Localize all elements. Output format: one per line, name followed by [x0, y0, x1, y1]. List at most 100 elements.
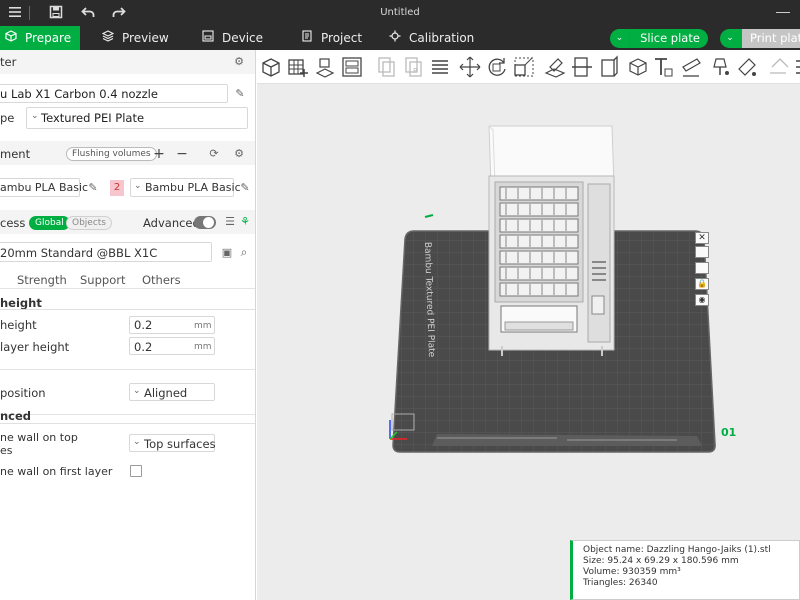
move-icon[interactable] — [458, 55, 482, 79]
close-icon[interactable]: ✕ — [695, 232, 709, 244]
tab-preview[interactable]: Preview — [100, 26, 180, 50]
model-shelves — [499, 186, 579, 297]
split-objects-icon[interactable] — [374, 55, 398, 79]
layer-height-unit: mm — [194, 321, 212, 331]
one-wall-first-layer-label: ne wall on first layer — [0, 465, 113, 478]
arrange-icon[interactable] — [340, 55, 364, 79]
plate-type-label: pe — [0, 111, 15, 125]
chevron-down-icon[interactable]: ⌄ — [610, 29, 630, 48]
filament-slot-2-value: Bambu PLA Basic — [145, 181, 241, 194]
more-tools-icon[interactable] — [792, 55, 800, 79]
tab-calibration[interactable]: Calibration — [387, 26, 477, 50]
print-plate-label: Print plate — [742, 29, 800, 48]
device-icon — [200, 26, 216, 50]
cube-icon — [3, 26, 19, 50]
assembly-view-icon[interactable] — [766, 55, 790, 79]
flushing-volumes-button[interactable]: Flushing volumes — [66, 147, 157, 161]
tab-label: Preview — [122, 31, 169, 45]
printer-value: u Lab X1 Carbon 0.4 nozzle — [0, 87, 158, 101]
layer-height-header: height — [0, 296, 42, 310]
filament-slot-2-badge: 2 — [110, 180, 124, 196]
auto-orient-icon[interactable] — [313, 55, 337, 79]
settings-sidebar: ter ⚙ u Lab X1 Carbon 0.4 nozzle ✎ pe ⌄ … — [0, 50, 256, 600]
search-icon[interactable]: ⌕ — [237, 245, 251, 259]
divider — [0, 414, 255, 415]
advanced-switch[interactable] — [194, 216, 216, 229]
seam-paint-icon[interactable] — [708, 55, 732, 79]
plate-type-value: Textured PEI Plate — [41, 111, 145, 125]
slice-plate-button[interactable]: ⌄ Slice plate — [610, 29, 708, 48]
first-layer-height-value: 0.2 — [134, 340, 153, 354]
compare-icon[interactable]: ⚘ — [238, 215, 252, 229]
tab-device[interactable]: Device — [200, 26, 280, 50]
arrange-plate-icon[interactable] — [695, 262, 709, 274]
add-plate-icon[interactable] — [286, 55, 310, 79]
divider — [0, 288, 255, 289]
layer-height-value: 0.2 — [134, 318, 153, 332]
scale-icon[interactable] — [512, 55, 536, 79]
layers-list-icon[interactable] — [428, 55, 452, 79]
object-info-panel: Object name: Dazzling Hango-Jaiks (1).st… — [570, 540, 800, 600]
edit-icon[interactable]: ✎ — [233, 87, 247, 101]
divider — [0, 423, 255, 424]
rotate-icon[interactable] — [485, 55, 509, 79]
chevron-down-icon[interactable]: ⌄ — [720, 29, 740, 48]
title-bar: Untitled — [0, 0, 800, 26]
edit-icon[interactable]: ✎ — [86, 181, 100, 195]
settings-plate-icon[interactable]: ◉ — [695, 294, 709, 306]
color-paint-icon[interactable] — [735, 55, 759, 79]
seam-position-value: Aligned — [144, 386, 188, 400]
slice-plate-label: Slice plate — [640, 31, 700, 45]
printer-section-title: ter — [0, 55, 17, 69]
lock-icon[interactable]: 🔒 — [695, 278, 709, 290]
one-wall-top-label-2: es — [0, 444, 13, 457]
edit-icon[interactable]: ✎ — [238, 181, 252, 195]
3d-model[interactable] — [488, 125, 615, 356]
save-icon[interactable]: ▣ — [220, 246, 234, 260]
process-section-title: cess — [0, 216, 26, 230]
tab-support[interactable]: Support — [80, 273, 125, 287]
split-parts-icon[interactable]: P — [401, 55, 425, 79]
gear-icon[interactable]: ⚙ — [232, 147, 246, 161]
tab-prepare[interactable]: Prepare — [0, 26, 80, 50]
object-triangles: Triangles: 26340 — [583, 578, 658, 588]
add-object-icon[interactable] — [259, 55, 283, 79]
chevron-down-icon: ⌄ — [31, 111, 39, 121]
tab-label: Project — [321, 31, 363, 45]
gear-icon[interactable]: ⚙ — [232, 55, 246, 69]
one-wall-top-value: Top surfaces — [144, 437, 216, 451]
tab-label: Device — [222, 31, 264, 45]
svg-text:P: P — [413, 67, 417, 75]
list-icon[interactable]: ☰ — [223, 215, 237, 229]
orient-plate-icon[interactable] — [695, 246, 709, 258]
tab-strength[interactable]: Strength — [17, 273, 67, 287]
project-icon — [299, 26, 315, 50]
layer-height-label: height — [0, 318, 37, 332]
object-size: Size: 95.24 x 69.29 x 180.596 mm — [583, 556, 739, 566]
minus-icon[interactable]: − — [175, 147, 189, 161]
calibration-icon — [387, 26, 403, 50]
global-toggle[interactable]: Global — [29, 216, 70, 230]
chevron-down-icon: ⌄ — [133, 437, 141, 447]
3d-viewport[interactable]: Bambu Textured PEI Plate 01 ✕ 🔒 ◉ — [257, 84, 800, 600]
sync-icon[interactable]: ⟳ — [207, 147, 221, 161]
build-plate-scene[interactable]: Bambu Textured PEI Plate 01 — [257, 84, 800, 600]
text-icon[interactable] — [651, 55, 675, 79]
filament-section-title: ment — [0, 147, 31, 161]
objects-toggle[interactable]: Objects — [66, 216, 113, 230]
tab-label: Calibration — [409, 31, 475, 45]
tab-others[interactable]: Others — [142, 273, 181, 287]
print-plate-button[interactable]: ⌄ Print plate — [720, 29, 800, 48]
measure-icon[interactable] — [679, 55, 703, 79]
minimize-button[interactable] — [776, 12, 790, 13]
tab-project[interactable]: Project — [299, 26, 379, 50]
mesh-boolean-icon[interactable] — [597, 55, 621, 79]
lay-on-face-icon[interactable] — [543, 55, 567, 79]
cut-icon[interactable] — [570, 55, 594, 79]
one-wall-first-layer-checkbox[interactable] — [130, 465, 142, 477]
plus-icon[interactable]: + — [152, 147, 166, 161]
seam-position-label: position — [0, 386, 46, 400]
window-title: Untitled — [380, 7, 420, 18]
printer-section-header — [0, 50, 255, 74]
support-paint-icon[interactable] — [624, 55, 648, 79]
